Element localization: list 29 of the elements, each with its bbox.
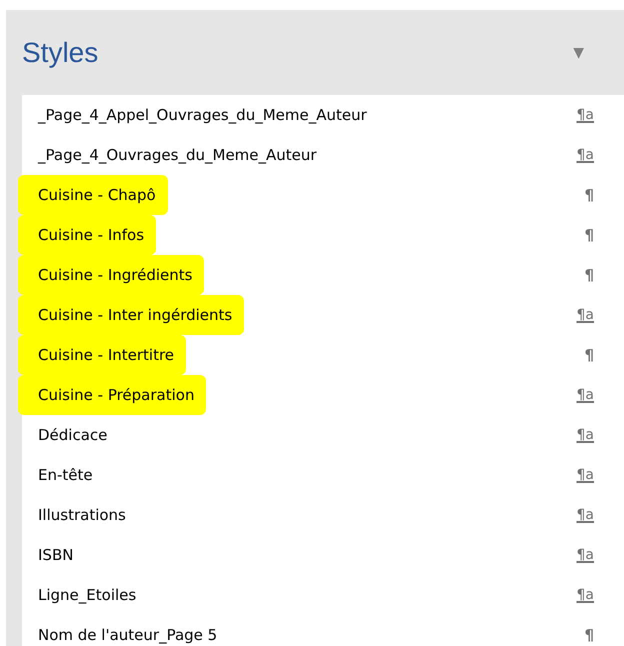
paragraph-style-symbol: ¶ <box>584 264 594 286</box>
style-name[interactable]: En-tête <box>38 454 93 496</box>
style-name[interactable]: Cuisine - Ingrédients <box>18 254 204 296</box>
linked-style-symbol: ¶a <box>576 586 594 604</box>
linked-style-symbol: ¶a <box>576 146 594 164</box>
pane-title: Styles <box>22 36 98 70</box>
style-name[interactable]: Cuisine - Préparation <box>18 374 206 416</box>
paragraph-style-symbol: ¶ <box>584 224 594 246</box>
style-name[interactable]: _Page_4_Ouvrages_du_Meme_Auteur <box>38 134 317 176</box>
style-name[interactable]: ISBN <box>38 534 74 576</box>
paragraph-style-symbol: ¶ <box>584 184 594 206</box>
style-name[interactable]: Cuisine - Inter ingérdients <box>18 294 244 336</box>
linked-style-symbol: ¶a <box>576 466 594 484</box>
linked-style-symbol: ¶a <box>576 506 594 524</box>
style-name[interactable]: Ligne_Etoiles <box>38 574 136 616</box>
linked-style-symbol: ¶a <box>576 546 594 564</box>
style-name[interactable]: Dédicace <box>38 414 108 456</box>
style-name[interactable]: Cuisine - Intertitre <box>18 334 186 376</box>
linked-style-symbol: ¶a <box>576 426 594 444</box>
style-name[interactable]: Cuisine - Infos <box>18 214 156 256</box>
linked-style-symbol: ¶a <box>576 386 594 404</box>
style-name[interactable]: Illustrations <box>38 494 126 536</box>
linked-style-symbol: ¶a <box>576 306 594 324</box>
style-name[interactable]: _Page_4_Appel_Ouvrages_du_Meme_Auteur <box>38 94 367 136</box>
style-name[interactable]: Cuisine - Chapô <box>18 174 168 216</box>
paragraph-style-symbol: ¶ <box>584 344 594 366</box>
paragraph-style-symbol: ¶ <box>584 624 594 646</box>
style-name[interactable]: Nom de l'auteur_Page 5 <box>38 614 218 646</box>
linked-style-symbol: ¶a <box>576 106 594 124</box>
